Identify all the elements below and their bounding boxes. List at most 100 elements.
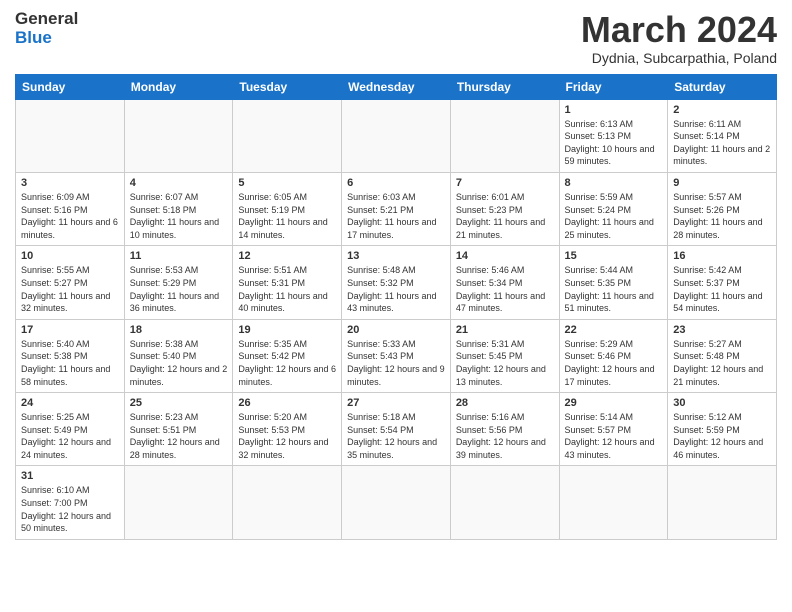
day-number: 19: [238, 324, 336, 336]
day-number: 29: [565, 397, 663, 409]
calendar-cell: 11Sunrise: 5:53 AM Sunset: 5:29 PM Dayli…: [124, 246, 233, 319]
calendar-cell: 24Sunrise: 5:25 AM Sunset: 5:49 PM Dayli…: [16, 393, 125, 466]
calendar-cell: 18 Sunrise: 5:38 AM Sunset: 5:40 PM Dayli…: [124, 319, 233, 392]
subtitle: Dydnia, Subcarpathia, Poland: [581, 50, 777, 66]
calendar-cell: [342, 99, 451, 172]
logo-blue-text: Blue: [15, 29, 78, 48]
month-title: March 2024: [581, 10, 777, 50]
day-info: Sunrise: 5:46 AM Sunset: 5:34 PM Dayligh…: [456, 264, 554, 314]
day-number: 18: [130, 324, 228, 336]
calendar-cell: 6 Sunrise: 6:03 AM Sunset: 5:21 PM Daylig…: [342, 172, 451, 245]
day-number: 17: [21, 324, 119, 336]
day-info: Sunrise: 6:07 AM Sunset: 5:18 PM Dayligh…: [130, 191, 228, 241]
day-info: Sunrise: 5:42 AM Sunset: 5:37 PM Dayligh…: [673, 264, 771, 314]
day-number: 13: [347, 250, 445, 262]
day-info: Sunrise: 6:03 AM Sunset: 5:21 PM Dayligh…: [347, 191, 445, 241]
calendar-cell: 3 Sunrise: 6:09 AM Sunset: 5:16 PM Daylig…: [16, 172, 125, 245]
day-number: 27: [347, 397, 445, 409]
day-number: 21: [456, 324, 554, 336]
day-info: Sunrise: 5:27 AM Sunset: 5:48 PM Dayligh…: [673, 338, 771, 388]
calendar-cell: 29 Sunrise: 5:14 AM Sunset: 5:57 PM Dayli…: [559, 393, 668, 466]
day-number: 16: [673, 250, 771, 262]
day-number: 1: [565, 104, 663, 116]
header-saturday: Saturday: [668, 74, 777, 99]
calendar-cell: 10Sunrise: 5:55 AM Sunset: 5:27 PM Dayli…: [16, 246, 125, 319]
day-number: 6: [347, 177, 445, 189]
day-number: 12: [238, 250, 336, 262]
day-number: 7: [456, 177, 554, 189]
day-info: Sunrise: 5:44 AM Sunset: 5:35 PM Dayligh…: [565, 264, 663, 314]
day-info: Sunrise: 5:23 AM Sunset: 5:51 PM Dayligh…: [130, 411, 228, 461]
day-number: 22: [565, 324, 663, 336]
day-number: 2: [673, 104, 771, 116]
calendar-cell: 1Sunrise: 6:13 AM Sunset: 5:13 PM Daylig…: [559, 99, 668, 172]
day-number: 10: [21, 250, 119, 262]
calendar-cell: 23 Sunrise: 5:27 AM Sunset: 5:48 PM Dayli…: [668, 319, 777, 392]
day-info: Sunrise: 6:05 AM Sunset: 5:19 PM Dayligh…: [238, 191, 336, 241]
header-tuesday: Tuesday: [233, 74, 342, 99]
header-thursday: Thursday: [450, 74, 559, 99]
calendar-week-row: 10Sunrise: 5:55 AM Sunset: 5:27 PM Dayli…: [16, 246, 777, 319]
day-number: 25: [130, 397, 228, 409]
calendar-week-row: 1Sunrise: 6:13 AM Sunset: 5:13 PM Daylig…: [16, 99, 777, 172]
calendar-cell: [342, 466, 451, 539]
day-number: 8: [565, 177, 663, 189]
day-info: Sunrise: 5:53 AM Sunset: 5:29 PM Dayligh…: [130, 264, 228, 314]
logo-general-text: General: [15, 10, 78, 29]
calendar-cell: 4 Sunrise: 6:07 AM Sunset: 5:18 PM Daylig…: [124, 172, 233, 245]
day-number: 26: [238, 397, 336, 409]
calendar-cell: 19Sunrise: 5:35 AM Sunset: 5:42 PM Dayli…: [233, 319, 342, 392]
day-info: Sunrise: 5:29 AM Sunset: 5:46 PM Dayligh…: [565, 338, 663, 388]
day-number: 20: [347, 324, 445, 336]
day-number: 15: [565, 250, 663, 262]
day-number: 28: [456, 397, 554, 409]
day-info: Sunrise: 5:40 AM Sunset: 5:38 PM Dayligh…: [21, 338, 119, 388]
day-info: Sunrise: 5:59 AM Sunset: 5:24 PM Dayligh…: [565, 191, 663, 241]
day-info: Sunrise: 5:31 AM Sunset: 5:45 PM Dayligh…: [456, 338, 554, 388]
day-number: 3: [21, 177, 119, 189]
calendar-cell: [450, 466, 559, 539]
day-number: 31: [21, 470, 119, 482]
day-info: Sunrise: 6:10 AM Sunset: 7:00 PM Dayligh…: [21, 484, 119, 534]
day-number: 30: [673, 397, 771, 409]
day-number: 14: [456, 250, 554, 262]
calendar-cell: [559, 466, 668, 539]
day-info: Sunrise: 5:14 AM Sunset: 5:57 PM Dayligh…: [565, 411, 663, 461]
calendar-week-row: 17 Sunrise: 5:40 AM Sunset: 5:38 PM Dayli…: [16, 319, 777, 392]
day-info: Sunrise: 5:33 AM Sunset: 5:43 PM Dayligh…: [347, 338, 445, 388]
calendar-cell: [16, 99, 125, 172]
day-number: 9: [673, 177, 771, 189]
calendar-cell: 15 Sunrise: 5:44 AM Sunset: 5:35 PM Dayli…: [559, 246, 668, 319]
day-info: Sunrise: 5:20 AM Sunset: 5:53 PM Dayligh…: [238, 411, 336, 461]
calendar: SundayMondayTuesdayWednesdayThursdayFrid…: [15, 74, 777, 540]
day-info: Sunrise: 5:51 AM Sunset: 5:31 PM Dayligh…: [238, 264, 336, 314]
logo: General Blue: [15, 10, 78, 47]
calendar-week-row: 3 Sunrise: 6:09 AM Sunset: 5:16 PM Daylig…: [16, 172, 777, 245]
calendar-cell: [233, 99, 342, 172]
calendar-cell: 12 Sunrise: 5:51 AM Sunset: 5:31 PM Dayli…: [233, 246, 342, 319]
day-info: Sunrise: 5:57 AM Sunset: 5:26 PM Dayligh…: [673, 191, 771, 241]
calendar-cell: 27Sunrise: 5:18 AM Sunset: 5:54 PM Dayli…: [342, 393, 451, 466]
header: General Blue March 2024 Dydnia, Subcarpa…: [15, 10, 777, 66]
day-number: 4: [130, 177, 228, 189]
day-number: 5: [238, 177, 336, 189]
calendar-cell: 31 Sunrise: 6:10 AM Sunset: 7:00 PM Dayli…: [16, 466, 125, 539]
calendar-cell: 25 Sunrise: 5:23 AM Sunset: 5:51 PM Dayli…: [124, 393, 233, 466]
calendar-cell: [450, 99, 559, 172]
calendar-cell: 21 Sunrise: 5:31 AM Sunset: 5:45 PM Dayli…: [450, 319, 559, 392]
calendar-cell: 8 Sunrise: 5:59 AM Sunset: 5:24 PM Daylig…: [559, 172, 668, 245]
header-sunday: Sunday: [16, 74, 125, 99]
calendar-cell: 28Sunrise: 5:16 AM Sunset: 5:56 PM Dayli…: [450, 393, 559, 466]
calendar-week-row: 24Sunrise: 5:25 AM Sunset: 5:49 PM Dayli…: [16, 393, 777, 466]
calendar-cell: 20 Sunrise: 5:33 AM Sunset: 5:43 PM Dayli…: [342, 319, 451, 392]
day-info: Sunrise: 6:09 AM Sunset: 5:16 PM Dayligh…: [21, 191, 119, 241]
day-number: 23: [673, 324, 771, 336]
day-info: Sunrise: 5:48 AM Sunset: 5:32 PM Dayligh…: [347, 264, 445, 314]
calendar-cell: 17 Sunrise: 5:40 AM Sunset: 5:38 PM Dayli…: [16, 319, 125, 392]
calendar-cell: 5 Sunrise: 6:05 AM Sunset: 5:19 PM Daylig…: [233, 172, 342, 245]
title-area: March 2024 Dydnia, Subcarpathia, Poland: [581, 10, 777, 66]
day-info: Sunrise: 5:38 AM Sunset: 5:40 PM Dayligh…: [130, 338, 228, 388]
calendar-cell: [668, 466, 777, 539]
day-info: Sunrise: 6:11 AM Sunset: 5:14 PM Dayligh…: [673, 118, 771, 168]
calendar-cell: 9 Sunrise: 5:57 AM Sunset: 5:26 PM Daylig…: [668, 172, 777, 245]
